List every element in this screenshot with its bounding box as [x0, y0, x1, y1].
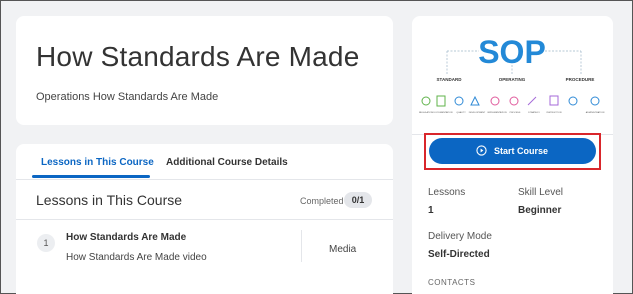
sop-section-standard: STANDARD — [437, 77, 463, 82]
page-title: How Standards Are Made — [36, 41, 360, 72]
start-course-label: Start Course — [494, 146, 549, 156]
sop-icon-label-process: PROCESS — [510, 112, 521, 114]
lesson-name[interactable]: How Standards Are Made — [66, 232, 186, 243]
sop-heading: SOP — [478, 34, 546, 70]
lesson-description: How Standards Are Made video — [66, 252, 207, 263]
tab-lessons[interactable]: Lessons in This Course — [41, 157, 154, 168]
completed-label: Completed — [300, 196, 344, 206]
contacts-label: CONTACTS — [428, 278, 476, 287]
sop-icon-label-instruction: INSTRUCTION — [547, 112, 562, 114]
skill-level-label: Skill Level — [518, 187, 564, 198]
sop-icon-label-implementation: IMPLEMENTATION — [487, 111, 507, 114]
lessons-header: Lessons in This Course Completed 0/1 — [16, 180, 393, 220]
start-course-button[interactable]: Start Course — [429, 138, 596, 164]
delivery-mode-value: Self-Directed — [428, 249, 490, 260]
delivery-mode-label: Delivery Mode — [428, 231, 492, 242]
course-header-card: How Standards Are Made Operations How St… — [16, 16, 393, 125]
lessons-count-value: 1 — [428, 205, 434, 216]
sop-icon-label-quality: QUALITY — [456, 111, 466, 114]
lessons-count-label: Lessons — [428, 187, 466, 198]
course-details-card: SOP STANDARD OPERATING PROCEDURE REGULAT… — [412, 16, 613, 294]
lessons-title: Lessons in This Course — [36, 192, 183, 208]
play-circle-icon — [476, 145, 487, 156]
sop-course-image: SOP STANDARD OPERATING PROCEDURE REGULAT… — [417, 23, 608, 123]
skill-level-value: Beginner — [518, 205, 562, 216]
lesson-type: Media — [329, 244, 357, 255]
sop-icon-label-regulation: REGULATION — [419, 111, 433, 114]
sop-icon-label-development: DEVELOPMENT — [469, 112, 486, 114]
tab-additional-details[interactable]: Additional Course Details — [166, 157, 288, 168]
sop-icon-label-strategy: STRATEGY — [528, 111, 540, 114]
course-tabs: Lessons in This Course Additional Course… — [16, 144, 393, 180]
completed-count-badge: 0/1 — [344, 192, 372, 208]
lesson-divider — [301, 230, 302, 262]
sop-icon-label-documentation: DOCUMENTATION — [434, 111, 453, 114]
active-tab-indicator — [32, 175, 150, 178]
sop-section-procedure: PROCEDURE — [566, 77, 595, 82]
lesson-row[interactable]: 1 How Standards Are Made How Standards A… — [16, 221, 393, 273]
lessons-card: Lessons in This Course Additional Course… — [16, 144, 393, 294]
course-subtitle: Operations How Standards Are Made — [36, 91, 219, 103]
sop-section-operating: OPERATING — [499, 77, 526, 82]
sop-icon-label-administration: ADMINISTRATION — [586, 111, 605, 114]
lesson-number: 1 — [37, 234, 55, 252]
